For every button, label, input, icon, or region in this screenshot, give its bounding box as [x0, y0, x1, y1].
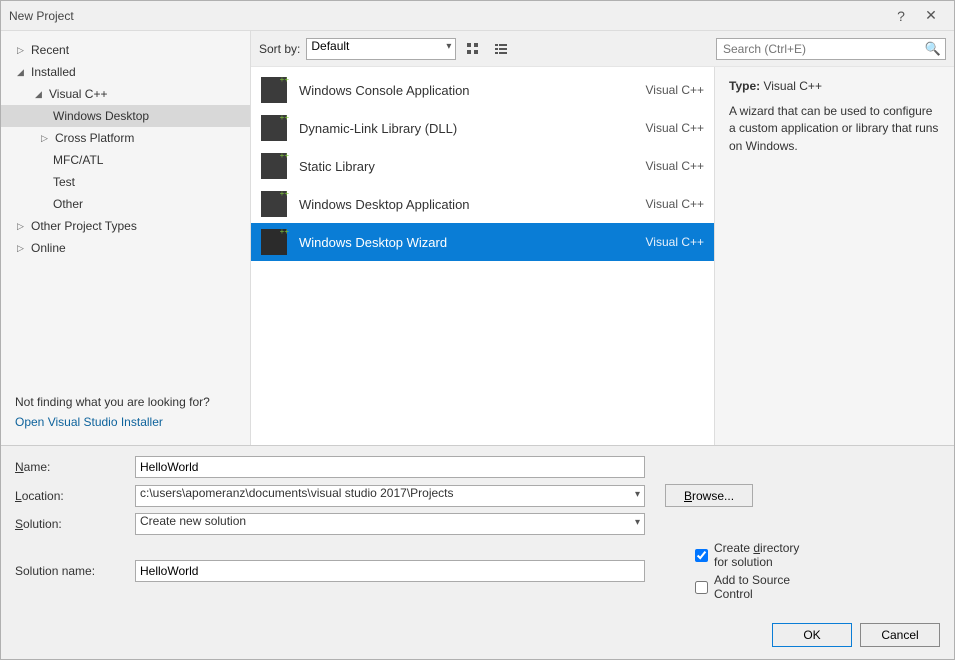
browse-button[interactable]: Browse...	[665, 484, 753, 507]
solution-label: Solution:	[15, 517, 135, 531]
sidebar-footer: Not finding what you are looking for? Op…	[1, 385, 250, 445]
template-item[interactable]: Windows Console ApplicationVisual C++	[251, 71, 714, 109]
sidebar-item-other-project-types[interactable]: Other Project Types	[1, 215, 250, 237]
chevron-right-icon	[17, 243, 27, 254]
button-bar: OK Cancel	[1, 615, 954, 659]
open-installer-link[interactable]: Open Visual Studio Installer	[15, 409, 236, 429]
view-details-button[interactable]	[490, 38, 512, 60]
middle-row: Windows Console ApplicationVisual C++Dyn…	[251, 67, 954, 445]
sidebar-item-windows-desktop[interactable]: Windows Desktop	[1, 105, 250, 127]
template-lang: Visual C++	[646, 197, 704, 211]
main-area: Recent Installed Visual C++ Windows Desk…	[1, 31, 954, 445]
source-control-label: Add to Source Control	[714, 573, 815, 601]
template-lang: Visual C++	[646, 235, 704, 249]
template-label: Windows Desktop Wizard	[299, 235, 646, 250]
template-icon	[261, 115, 287, 141]
solution-name-input[interactable]	[135, 560, 645, 582]
sort-by-value: Default	[311, 39, 349, 53]
titlebar: New Project ? ✕	[1, 1, 954, 31]
center-column: Sort by: Default 🔍 Windows Console Appli…	[251, 31, 954, 445]
template-icon	[261, 153, 287, 179]
template-list: Windows Console ApplicationVisual C++Dyn…	[251, 67, 714, 445]
grid-icon	[466, 42, 480, 56]
create-directory-label: Create directory for solution	[714, 541, 815, 569]
template-label: Windows Console Application	[299, 83, 646, 98]
template-lang: Visual C++	[646, 159, 704, 173]
solution-name-label: Solution name:	[15, 564, 135, 578]
sidebar-item-installed[interactable]: Installed	[1, 61, 250, 83]
help-button[interactable]: ?	[886, 8, 916, 24]
sidebar-item-test[interactable]: Test	[1, 171, 250, 193]
template-label: Windows Desktop Application	[299, 197, 646, 212]
sidebar-label: Test	[53, 175, 75, 189]
chevron-down-icon	[17, 67, 27, 78]
template-lang: Visual C++	[646, 121, 704, 135]
chevron-right-icon	[17, 45, 27, 56]
sidebar-label: Visual C++	[49, 87, 107, 101]
sidebar-item-recent[interactable]: Recent	[1, 39, 250, 61]
form-area: Name: Location: c:\users\apomeranz\docum…	[1, 445, 954, 615]
create-directory-checkbox[interactable]	[695, 548, 708, 563]
dialog-title: New Project	[9, 9, 886, 23]
chevron-right-icon	[17, 221, 27, 232]
desc-type-value: Visual C++	[763, 79, 821, 93]
sort-by-select[interactable]: Default	[306, 38, 456, 60]
sidebar-label: Cross Platform	[55, 131, 134, 145]
sidebar-label: Other	[53, 197, 83, 211]
template-lang: Visual C++	[646, 83, 704, 97]
create-directory-check[interactable]: Create directory for solution	[695, 541, 815, 569]
template-icon	[261, 229, 287, 255]
template-label: Static Library	[299, 159, 646, 174]
description-panel: Type: Visual C++ A wizard that can be us…	[714, 67, 954, 445]
location-combo[interactable]: c:\users\apomeranz\documents\visual stud…	[135, 485, 645, 507]
source-control-checkbox[interactable]	[695, 580, 708, 595]
solution-combo[interactable]: Create new solution	[135, 513, 645, 535]
ok-button[interactable]: OK	[772, 623, 852, 647]
new-project-dialog: New Project ? ✕ Recent Installed Visual …	[0, 0, 955, 660]
not-finding-text: Not finding what you are looking for?	[15, 395, 236, 409]
search-box[interactable]: 🔍	[716, 38, 946, 60]
view-small-icons-button[interactable]	[462, 38, 484, 60]
sidebar-label: Installed	[31, 65, 76, 79]
close-button[interactable]: ✕	[916, 7, 946, 24]
location-label: Location:	[15, 489, 135, 503]
sidebar-item-online[interactable]: Online	[1, 237, 250, 259]
search-icon[interactable]: 🔍	[925, 41, 941, 57]
source-control-check[interactable]: Add to Source Control	[695, 573, 815, 601]
sidebar-label: Windows Desktop	[53, 109, 149, 123]
desc-type-label: Type:	[729, 79, 760, 93]
search-input[interactable]	[721, 41, 925, 57]
sidebar-label: MFC/ATL	[53, 153, 103, 167]
sidebar-label: Other Project Types	[31, 219, 137, 233]
list-icon	[494, 42, 508, 56]
sort-by-label: Sort by:	[259, 42, 300, 56]
sidebar: Recent Installed Visual C++ Windows Desk…	[1, 31, 251, 445]
sidebar-label: Recent	[31, 43, 69, 57]
name-label: Name:	[15, 460, 135, 474]
sidebar-item-cross-platform[interactable]: Cross Platform	[1, 127, 250, 149]
sidebar-item-other[interactable]: Other	[1, 193, 250, 215]
template-icon	[261, 191, 287, 217]
chevron-right-icon	[41, 133, 51, 144]
sidebar-item-visual-cpp[interactable]: Visual C++	[1, 83, 250, 105]
sidebar-label: Online	[31, 241, 66, 255]
template-item[interactable]: Static LibraryVisual C++	[251, 147, 714, 185]
solution-value: Create new solution	[140, 514, 246, 528]
template-item[interactable]: Windows Desktop WizardVisual C++	[251, 223, 714, 261]
sidebar-item-mfc-atl[interactable]: MFC/ATL	[1, 149, 250, 171]
cancel-button[interactable]: Cancel	[860, 623, 940, 647]
chevron-down-icon	[35, 89, 45, 100]
template-icon	[261, 77, 287, 103]
toolbar: Sort by: Default 🔍	[251, 31, 954, 67]
desc-text: A wizard that can be used to configure a…	[729, 103, 940, 155]
template-item[interactable]: Windows Desktop ApplicationVisual C++	[251, 185, 714, 223]
name-input[interactable]	[135, 456, 645, 478]
template-label: Dynamic-Link Library (DLL)	[299, 121, 646, 136]
location-value: c:\users\apomeranz\documents\visual stud…	[140, 486, 454, 500]
template-item[interactable]: Dynamic-Link Library (DLL)Visual C++	[251, 109, 714, 147]
